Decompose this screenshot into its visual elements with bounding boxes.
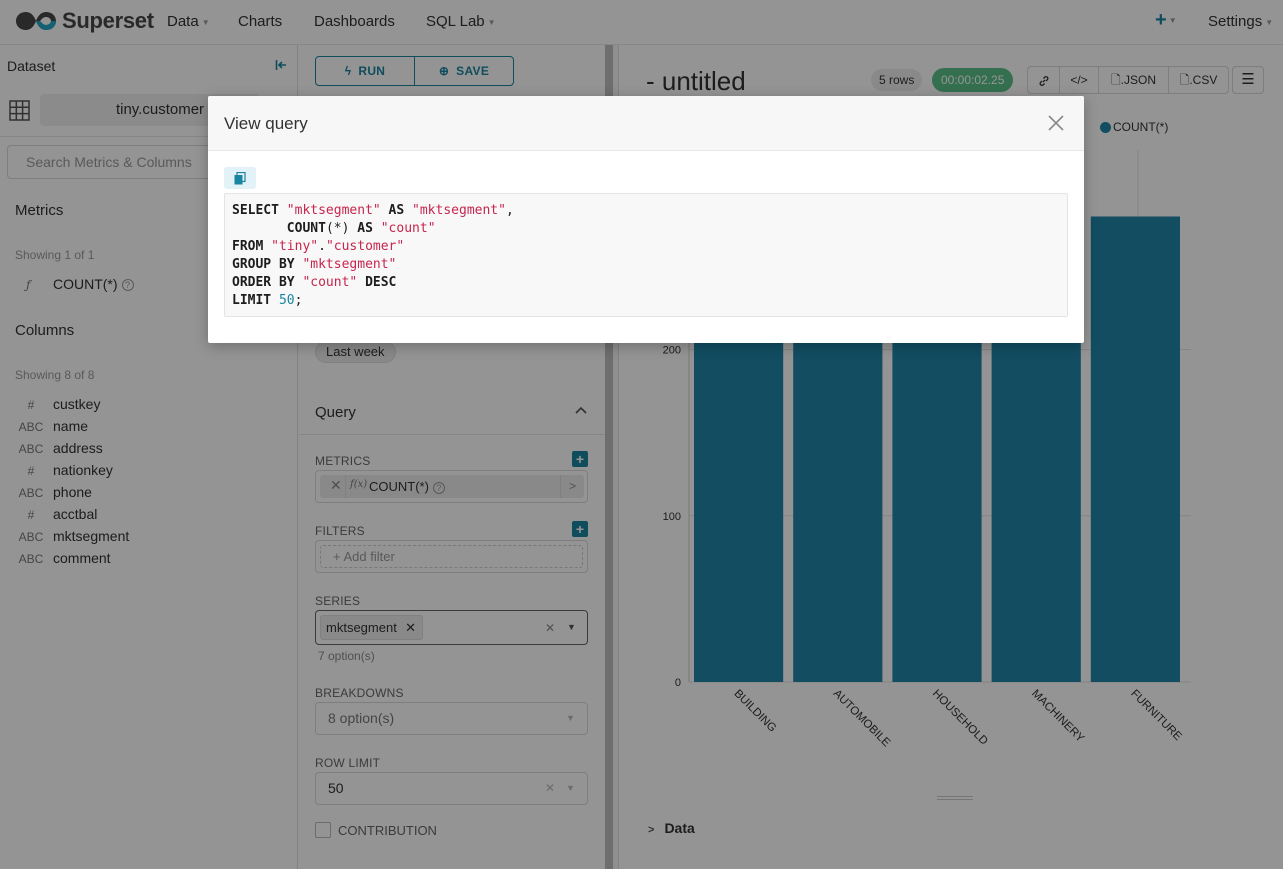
sql-keyword: SELECT [232, 203, 279, 218]
copy-icon [234, 171, 246, 184]
sql-string: "count" [302, 275, 358, 290]
sql-keyword: COUNT [286, 221, 326, 236]
sql-string: "mktsegment" [412, 203, 506, 218]
sql-text: , [505, 203, 514, 218]
sql-keyword: AS [357, 221, 373, 236]
sql-keyword: AS [388, 203, 405, 218]
sql-string: "tiny" [271, 239, 319, 254]
sql-string: "customer" [325, 239, 405, 254]
sql-string: "count" [380, 221, 436, 236]
sql-code-block[interactable]: SELECT "mktsegment" AS "mktsegment", COU… [224, 193, 1068, 317]
modal-title: View query [224, 114, 308, 133]
sql-string: "mktsegment" [286, 203, 381, 218]
sql-keyword: GROUP BY [232, 257, 295, 272]
sql-text: . [318, 239, 326, 254]
sql-text: (*) [325, 221, 358, 236]
sql-text: ; [294, 293, 303, 308]
sql-keyword: FROM [232, 239, 264, 254]
modal-header: View query [208, 96, 1084, 151]
sql-keyword: ORDER BY [232, 275, 295, 290]
view-query-modal: View query SELECT "mktsegment" AS "mktse… [208, 96, 1084, 343]
copy-query-button[interactable] [224, 167, 256, 189]
sql-number: 50 [278, 293, 295, 308]
sql-keyword: DESC [365, 275, 397, 290]
sql-string: "mktsegment" [302, 257, 397, 272]
sql-keyword: LIMIT [232, 293, 272, 308]
close-icon[interactable] [1046, 113, 1066, 133]
